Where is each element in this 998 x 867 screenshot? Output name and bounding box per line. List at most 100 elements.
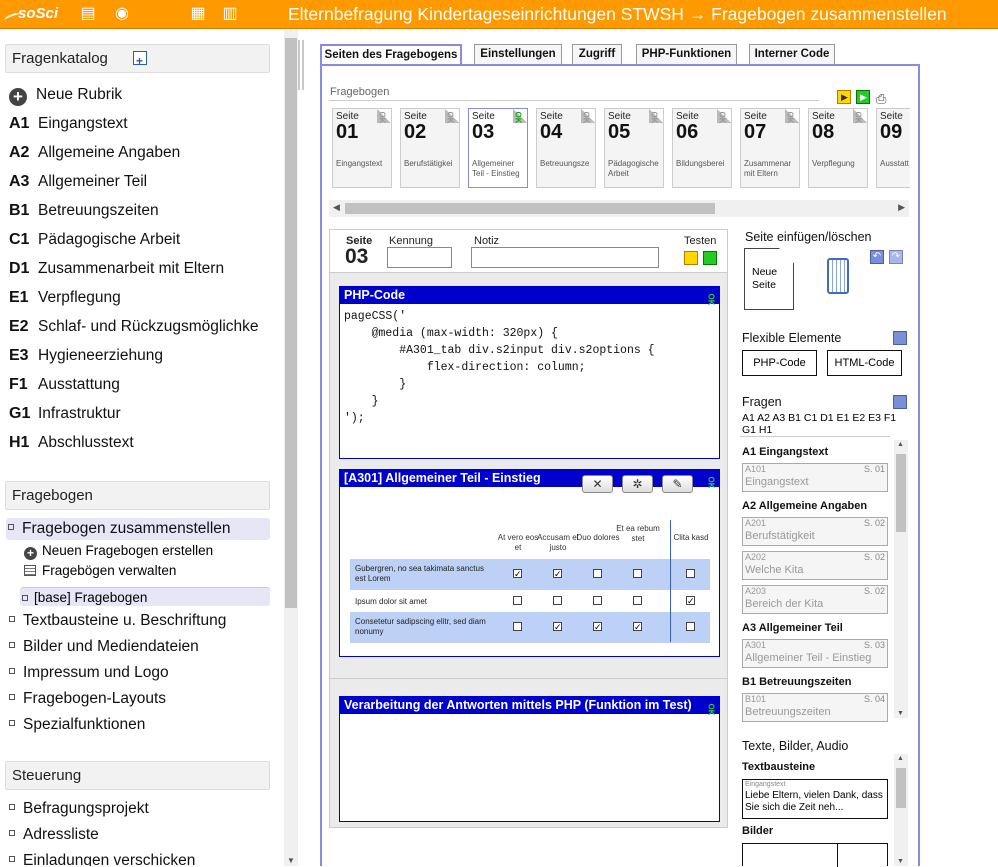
base-questionnaire-link[interactable]: [base] Fragebogen — [20, 587, 270, 606]
question-item[interactable]: B101 S. 04 Betreuungszeiten — [742, 693, 888, 722]
rubric-item[interactable]: A1 Eingangstext — [9, 112, 128, 136]
page-card[interactable]: Seite 04 OK Betreuungsze — [536, 108, 596, 188]
play-icon[interactable]: ▶ — [856, 90, 870, 104]
matrix-checkbox[interactable] — [593, 596, 602, 605]
page-card[interactable]: Seite 01 OK Eingangstext — [332, 108, 392, 188]
rubric-item[interactable]: D1 Zusammenarbeit mit Eltern — [9, 257, 224, 281]
refresh-icon[interactable] — [893, 395, 907, 409]
page-card[interactable]: Seite 05 OK Pädagogische Arbeit — [604, 108, 664, 188]
question-item[interactable]: A301 S. 03 Allgemeiner Teil - Einstieg — [742, 639, 888, 668]
tab-3[interactable]: Zugriff — [572, 44, 622, 64]
steuerung-item[interactable]: Adressliste — [9, 824, 99, 846]
rubric-item[interactable]: E2 Schlaf- und Rückzugsmöglichke — [9, 315, 259, 339]
image-item[interactable] — [742, 843, 888, 867]
rubric-item[interactable]: A2 Allgemeine Angaben — [9, 141, 180, 165]
print-icon[interactable]: ⎙ — [876, 90, 890, 106]
page-card[interactable]: Seite09OKAusstatt — [876, 108, 910, 188]
matrix-checkbox[interactable] — [593, 569, 602, 578]
page-card[interactable]: Seite 06 OK Bildungsberei — [672, 108, 732, 188]
php-code-editor[interactable]: pageCSS(' @media (max-width: 320px) { #A… — [344, 308, 655, 427]
insert-start-icon[interactable]: ▶ — [837, 90, 851, 104]
page-card[interactable]: Seite 08 OK Verpflegung — [808, 108, 868, 188]
matrix-checkbox[interactable] — [513, 596, 522, 605]
rubric-item[interactable]: B1 Betreuungszeiten — [9, 199, 159, 223]
page-card-title: Zusammenar mit Eltern — [744, 159, 792, 178]
page-card[interactable]: Seite 03 OK Allgemeiner Teil - Einstieg — [468, 108, 528, 188]
add-catalog-icon[interactable] — [133, 47, 147, 75]
matrix-checkbox[interactable]: ✓ — [553, 622, 562, 632]
nav-item[interactable]: Fragebogen-Layouts — [9, 688, 166, 710]
textbaustein-item[interactable]: Eingangstext Liebe Eltern, vielen Dank, … — [742, 779, 888, 819]
rubric-item[interactable]: E3 Hygieneerziehung — [9, 344, 163, 368]
question-item[interactable]: A202 S. 02 Welche Kita — [742, 551, 888, 580]
remove-question-button[interactable]: ✕ — [582, 475, 613, 493]
kennung-input[interactable] — [387, 247, 452, 268]
tab-4[interactable]: PHP-Funktionen — [636, 44, 737, 64]
document-edit-icon[interactable]: ▦ — [188, 5, 208, 23]
redo-icon[interactable]: ↷ — [889, 250, 903, 264]
matrix-checkbox[interactable] — [633, 569, 642, 578]
rubric-item[interactable]: H1 Abschlusstext — [9, 431, 134, 455]
question-item[interactable]: A201 S. 02 Berufstätigkeit — [742, 517, 888, 546]
nav-compose[interactable]: Fragebogen zusammenstellen — [6, 518, 270, 540]
trash-bin-icon[interactable] — [827, 258, 849, 294]
page-number: 03 — [345, 245, 369, 268]
test-from-here-icon[interactable] — [684, 251, 698, 265]
rubric-item[interactable]: G1 Infrastruktur — [9, 402, 121, 426]
splitter-handle[interactable] — [298, 40, 304, 90]
nav-item[interactable]: Textbausteine u. Beschriftung — [9, 610, 226, 632]
new-questionnaire-link[interactable]: + Neuen Fragebogen erstellen — [24, 541, 213, 561]
question-item[interactable]: A101 S. 01 Eingangstext — [742, 463, 888, 492]
notiz-input[interactable] — [471, 247, 659, 268]
edit-question-button[interactable]: ✎ — [662, 475, 693, 493]
sosci-logo[interactable]: soSci — [3, 3, 64, 25]
sidebar-scrollbar[interactable]: ▼ — [284, 30, 298, 866]
media-list-scrollbar[interactable]: ▲ ▼ — [894, 754, 908, 866]
matrix-checkbox[interactable]: ✓ — [593, 622, 602, 632]
rubric-code: D1 — [9, 260, 30, 277]
fragen-filter-codes[interactable]: A1 A2 A3 B1 C1 D1 E1 E2 E3 F1 G1 H1 — [742, 412, 907, 436]
matrix-checkbox[interactable]: ✓ — [513, 569, 522, 579]
manage-questionnaires-link[interactable]: Fragebögen verwalten — [24, 561, 176, 581]
nav-item[interactable]: Bilder und Mediendateien — [9, 636, 199, 658]
matrix-checkbox[interactable] — [633, 596, 642, 605]
matrix-checkbox[interactable]: ✓ — [686, 596, 695, 606]
php-code-button[interactable]: PHP-Code — [742, 350, 817, 376]
nav-item[interactable]: Impressum und Logo — [9, 662, 169, 684]
question-list-scrollbar[interactable]: ▲ ▼ — [894, 440, 908, 718]
question-page: S. 01 — [863, 464, 885, 474]
rubric-item[interactable]: E1 Verpflegung — [9, 286, 121, 310]
steuerung-item[interactable]: Einladungen verschicken — [9, 850, 195, 866]
tab-2[interactable]: Einstellungen — [474, 44, 562, 64]
page-card[interactable]: Seite 07 OK Zusammenar mit Eltern — [740, 108, 800, 188]
book-icon[interactable]: ▤ — [78, 5, 98, 23]
page-card[interactable]: Seite 02 OK Berufstätigkei — [400, 108, 460, 188]
bar-chart-icon[interactable]: ▥ — [220, 5, 240, 23]
steuerung-item[interactable]: Befragungsprojekt — [9, 798, 149, 820]
matrix-checkbox[interactable] — [553, 596, 562, 605]
rubric-item[interactable]: F1 Ausstattung — [9, 373, 120, 397]
test-page-icon[interactable] — [703, 251, 717, 265]
undo-icon[interactable]: ↶ — [870, 250, 884, 264]
html-code-button[interactable]: HTML-Code — [827, 350, 902, 376]
matrix-checkbox[interactable]: ✓ — [553, 569, 562, 579]
settings-gear-button[interactable]: ✲ — [622, 475, 653, 493]
matrix-checkbox[interactable] — [686, 569, 695, 578]
matrix-checkbox[interactable]: ✓ — [633, 622, 642, 632]
rubric-item[interactable]: A3 Allgemeiner Teil — [9, 170, 147, 194]
matrix-checkbox[interactable] — [513, 622, 522, 631]
php-post-block[interactable]: Verarbeitung der Antworten mittels PHP (… — [339, 696, 720, 822]
search-icon[interactable] — [893, 331, 907, 345]
rubric-item[interactable]: C1 Pädagogische Arbeit — [9, 228, 180, 252]
nav-item[interactable]: Spezialfunktionen — [9, 714, 145, 736]
tab-1[interactable]: Seiten des Fragebogens — [320, 44, 462, 66]
question-item[interactable]: A203 S. 02 Bereich der Kita — [742, 585, 888, 614]
page-strip-scrollbar[interactable]: ◀ ▶ — [329, 200, 909, 217]
new-rubric-link[interactable]: + Neue Rubrik — [9, 83, 122, 107]
chat-help-icon[interactable]: ◉ — [112, 5, 132, 23]
tab-5[interactable]: Interner Code — [749, 44, 835, 64]
matrix-checkbox[interactable] — [686, 622, 695, 631]
rubric-label: Allgemeiner Teil — [38, 173, 148, 190]
plus-circle-icon: + — [24, 547, 37, 560]
new-page-label: Neue Seite — [752, 266, 778, 291]
